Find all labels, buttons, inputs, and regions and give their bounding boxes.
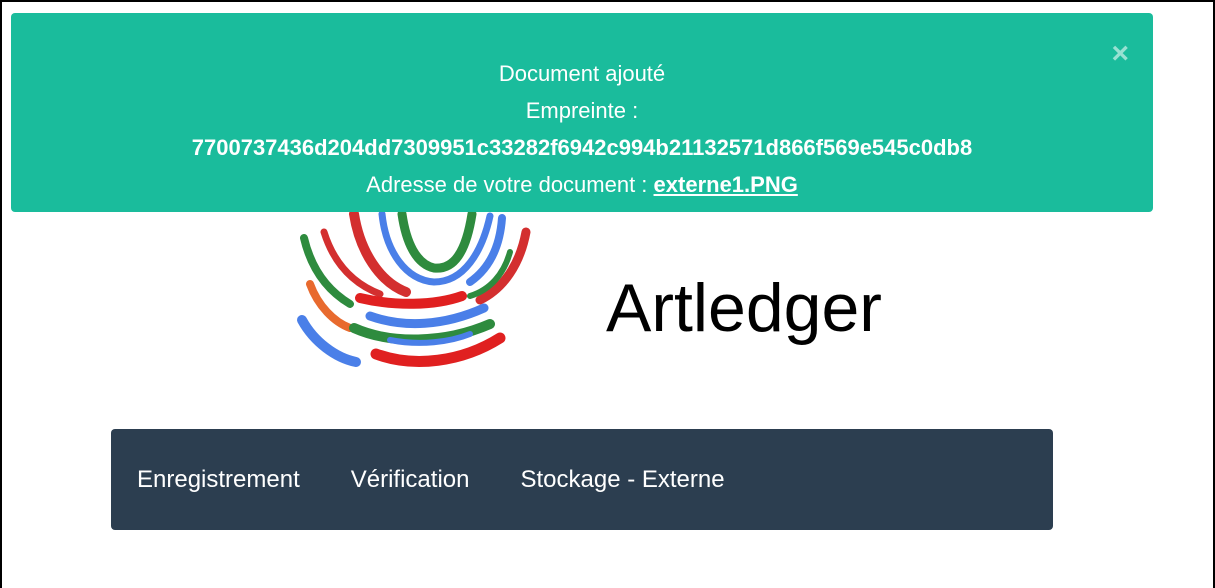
close-icon[interactable]: × [1111,39,1129,69]
document-link[interactable]: externe1.PNG [654,172,798,197]
brand-name: Artledger [606,270,882,346]
success-alert: Document ajouté Empreinte : 7700737436d2… [11,13,1153,212]
nav-item-verification[interactable]: Vérification [351,466,470,494]
main-navbar: Enregistrement Vérification Stockage - E… [111,429,1053,530]
address-label: Adresse de votre document : [366,172,654,197]
nav-item-stockage-externe[interactable]: Stockage - Externe [520,466,724,494]
nav-item-enregistrement[interactable]: Enregistrement [137,466,300,494]
fingerprint-label: Empreinte : [525,98,639,123]
document-address: Adresse de votre document : externe1.PNG [11,166,1153,203]
artledger-logo-icon [297,212,531,367]
fingerprint-value: 7700737436d204dd7309951c33282f6942c994b2… [191,135,973,160]
alert-title: Document ajouté [498,61,666,86]
